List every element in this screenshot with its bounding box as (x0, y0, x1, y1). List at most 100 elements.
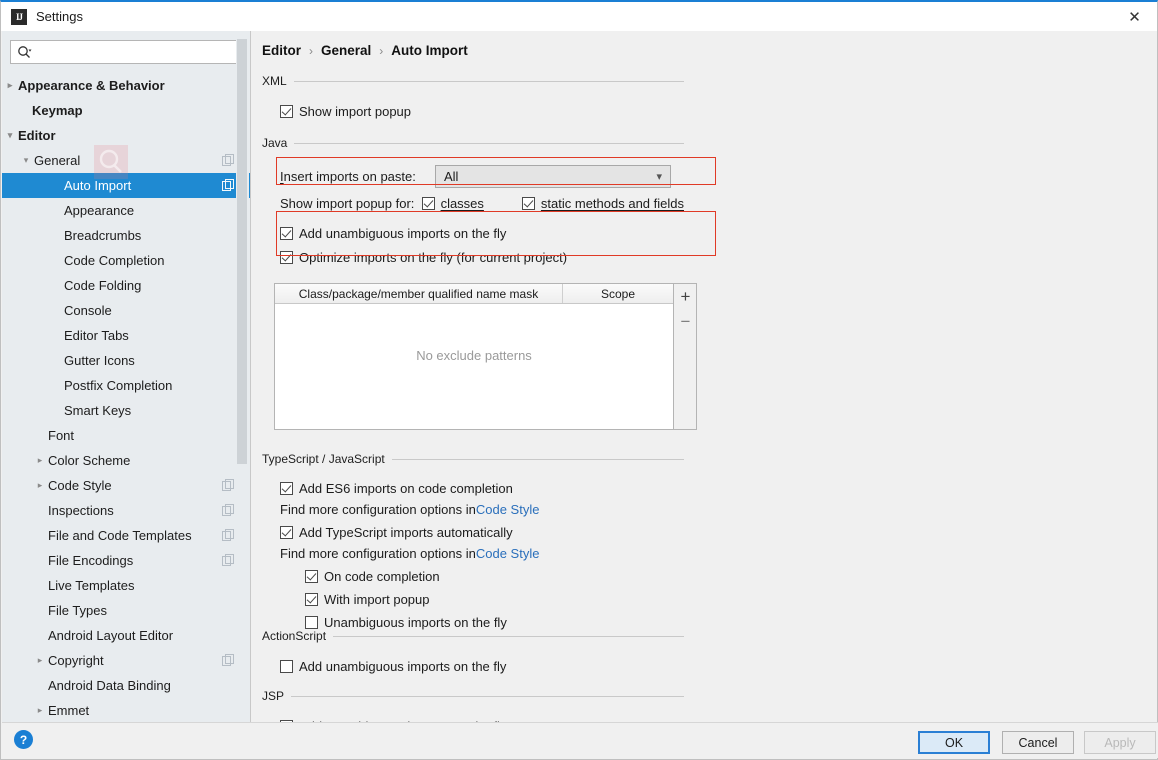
insert-imports-on-paste-row: Insert imports on paste: All ▾ (280, 163, 684, 189)
sidebar-item-postfix-completion[interactable]: Postfix Completion (2, 373, 250, 398)
copy-settings-icon[interactable] (222, 554, 235, 567)
sidebar-item-label: Code Completion (64, 253, 165, 268)
xml-show-import-popup-row[interactable]: Show import popup (280, 101, 684, 122)
actionscript-add-unambiguous-row[interactable]: Add unambiguous imports on the fly (280, 656, 684, 677)
typescript-hint-text: Find more configuration options in (280, 546, 476, 561)
add-typescript-imports-checkbox[interactable] (280, 526, 293, 539)
sidebar-item-auto-import[interactable]: Auto Import (2, 173, 250, 198)
optimize-imports-row[interactable]: Optimize imports on the fly (for current… (280, 247, 684, 268)
sidebar-item-label: Appearance (64, 203, 135, 218)
sidebar-item-android-data-binding[interactable]: Android Data Binding (2, 673, 250, 698)
add-unambiguous-imports-row[interactable]: Add unambiguous imports on the fly (280, 223, 684, 244)
sidebar-item-label: File Encodings (48, 553, 134, 568)
sidebar-item-appearance[interactable]: Appearance (2, 198, 250, 223)
chevron-right-icon[interactable]: ▸ (32, 448, 48, 473)
sidebar-item-file-types[interactable]: File Types (2, 598, 250, 623)
sidebar-item-inspections[interactable]: Inspections (2, 498, 250, 523)
optimize-imports-checkbox[interactable] (280, 251, 293, 264)
code-style-link[interactable]: Code Style (476, 502, 540, 517)
cancel-button[interactable]: Cancel (1002, 731, 1074, 754)
column-header-scope[interactable]: Scope (563, 284, 673, 303)
add-typescript-imports-row[interactable]: Add TypeScript imports automatically (280, 522, 684, 543)
sidebar-item-label: Android Layout Editor (48, 628, 174, 643)
sidebar-item-file-encodings[interactable]: File Encodings (2, 548, 250, 573)
chevron-right-icon[interactable]: ▸ (2, 73, 18, 98)
sidebar-item-console[interactable]: Console (2, 298, 250, 323)
breadcrumb-editor[interactable]: Editor (262, 43, 301, 58)
on-code-completion-row[interactable]: On code completion (305, 566, 684, 587)
es6-hint-text: Find more configuration options in (280, 502, 476, 517)
sidebar-item-smart-keys[interactable]: Smart Keys (2, 398, 250, 423)
copy-settings-icon[interactable] (222, 654, 235, 667)
copy-settings-icon[interactable] (222, 479, 235, 492)
add-es6-imports-row[interactable]: Add ES6 imports on code completion (280, 478, 684, 499)
with-import-popup-checkbox[interactable] (305, 593, 318, 606)
optimize-imports-label: Optimize imports on the fly (for current… (299, 250, 568, 265)
sidebar-item-keymap[interactable]: Keymap (2, 98, 250, 123)
chevron-right-icon[interactable]: ▸ (32, 648, 48, 673)
copy-settings-icon[interactable] (222, 529, 235, 542)
sidebar-item-code-completion[interactable]: Code Completion (2, 248, 250, 273)
section-divider (293, 80, 684, 82)
sidebar-item-breadcrumbs[interactable]: Breadcrumbs (2, 223, 250, 248)
sidebar-item-live-templates[interactable]: Live Templates (2, 573, 250, 598)
column-header-mask[interactable]: Class/package/member qualified name mask (275, 284, 563, 303)
sidebar-item-gutter-icons[interactable]: Gutter Icons (2, 348, 250, 373)
add-unambiguous-imports-checkbox[interactable] (280, 227, 293, 240)
sidebar-item-label: Appearance & Behavior (18, 78, 165, 93)
sidebar-item-editor[interactable]: ▾ Editor (2, 123, 250, 148)
sidebar-item-general[interactable]: ▾ General (2, 148, 250, 173)
actionscript-add-unambiguous-checkbox[interactable] (280, 660, 293, 673)
insert-imports-on-paste-select[interactable]: All ▾ (435, 164, 671, 188)
sidebar-item-color-scheme[interactable]: ▸ Color Scheme (2, 448, 250, 473)
breadcrumb-general[interactable]: General (321, 43, 371, 58)
search-box[interactable] (10, 40, 245, 64)
breadcrumb-auto-import[interactable]: Auto Import (391, 43, 468, 58)
sidebar-scrollbar-thumb[interactable] (237, 39, 247, 464)
copy-settings-icon[interactable] (222, 179, 235, 192)
sidebar-item-code-style[interactable]: ▸ Code Style (2, 473, 250, 498)
dialog-footer: ? OK Cancel Apply https://blog.csdn.net/… (2, 722, 1158, 758)
on-code-completion-checkbox[interactable] (305, 570, 318, 583)
copy-settings-icon[interactable] (222, 154, 235, 167)
sidebar-item-label: File and Code Templates (48, 528, 192, 543)
sidebar-item-code-folding[interactable]: Code Folding (2, 273, 250, 298)
xml-show-import-popup-checkbox[interactable] (280, 105, 293, 118)
search-input[interactable] (33, 42, 244, 62)
settings-content-pane: Editor › General › Auto Import XML Show … (252, 31, 1157, 725)
sidebar-item-label: General (34, 153, 81, 168)
chevron-down-icon: ▾ (656, 170, 662, 183)
sidebar-item-appearance-behavior[interactable]: ▸ Appearance & Behavior (2, 73, 250, 98)
copy-settings-icon[interactable] (222, 504, 235, 517)
help-icon[interactable]: ? (14, 730, 33, 749)
chevron-down-icon[interactable]: ▾ (2, 123, 18, 148)
add-es6-imports-checkbox[interactable] (280, 482, 293, 495)
code-style-link[interactable]: Code Style (476, 546, 540, 561)
sidebar-item-file-and-code-templates[interactable]: File and Code Templates (2, 523, 250, 548)
sidebar-item-copyright[interactable]: ▸ Copyright (2, 648, 250, 673)
with-import-popup-row[interactable]: With import popup (305, 589, 684, 610)
exclude-table-body[interactable]: No exclude patterns (275, 304, 673, 429)
sidebar-scrollbar-track[interactable] (236, 31, 249, 725)
add-exclude-pattern-button[interactable]: + (674, 284, 697, 309)
exclude-patterns-table[interactable]: Class/package/member qualified name mask… (274, 283, 674, 430)
chevron-down-icon[interactable]: ▾ (18, 148, 34, 173)
chevron-right-icon[interactable]: ▸ (32, 473, 48, 498)
es6-hint-row: Find more configuration options in Code … (280, 499, 684, 520)
classes-checkbox[interactable] (421, 197, 435, 210)
apply-button[interactable]: Apply (1084, 731, 1156, 754)
show-import-popup-for-label: Show import popup for: (280, 196, 415, 211)
sidebar-item-font[interactable]: Font (2, 423, 250, 448)
close-icon[interactable]: ✕ (1112, 2, 1157, 31)
classes-label: classes (440, 196, 484, 211)
sidebar-item-android-layout-editor[interactable]: Android Layout Editor (2, 623, 250, 648)
jsp-section-header: JSP (262, 688, 684, 704)
add-es6-imports-label: Add ES6 imports on code completion (299, 481, 513, 496)
insert-imports-on-paste-label: Insert imports on paste: (280, 168, 416, 184)
ok-button[interactable]: OK (918, 731, 990, 754)
remove-exclude-pattern-button[interactable]: − (674, 309, 697, 334)
static-methods-checkbox[interactable] (521, 197, 535, 210)
sidebar-item-editor-tabs[interactable]: Editor Tabs (2, 323, 250, 348)
chevron-right-icon[interactable]: ▸ (32, 698, 48, 723)
sidebar-item-emmet[interactable]: ▸ Emmet (2, 698, 250, 723)
